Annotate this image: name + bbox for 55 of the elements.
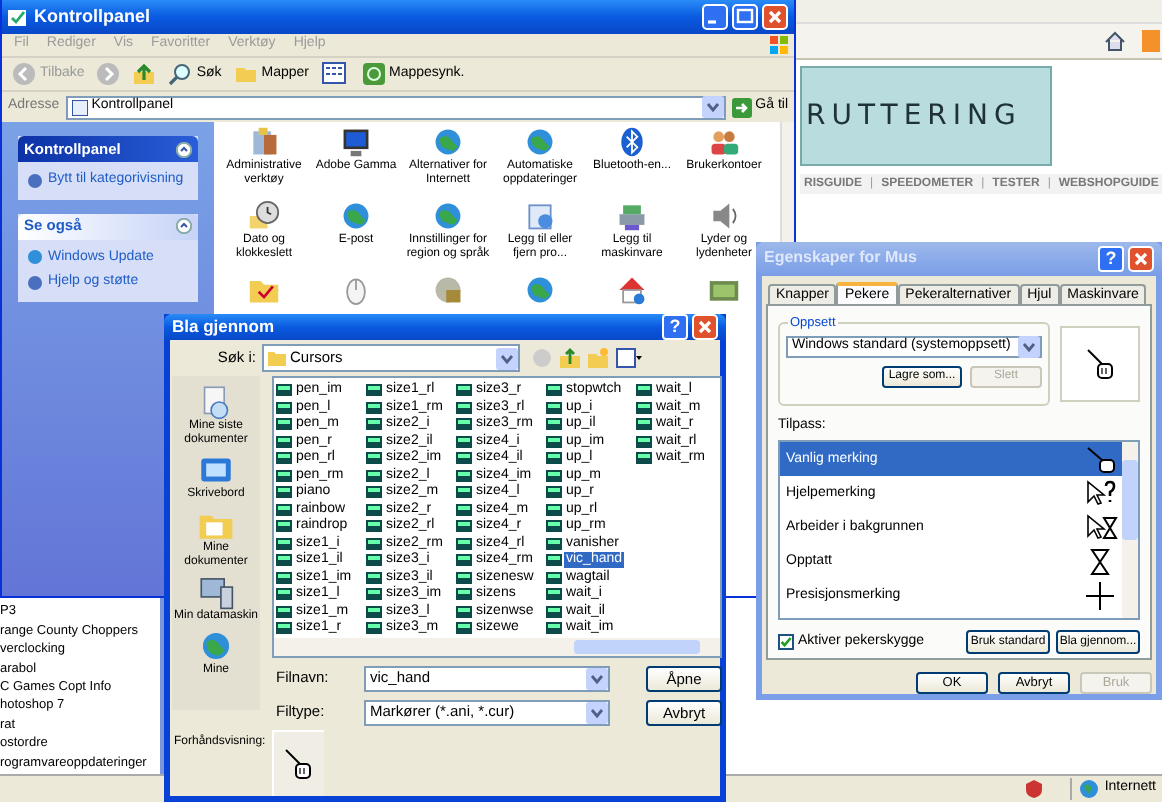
checkbox[interactable] xyxy=(778,634,794,651)
home-icon[interactable] xyxy=(1104,30,1126,52)
folder-up-icon[interactable] xyxy=(560,348,580,368)
users-icon xyxy=(708,126,740,158)
mouse-icon xyxy=(340,274,372,306)
maximize-button[interactable] xyxy=(732,4,758,30)
vertical-scrollbar[interactable] xyxy=(1122,442,1138,619)
monitor-icon xyxy=(340,126,372,158)
globe-icon xyxy=(432,126,464,158)
scrollbar-thumb[interactable] xyxy=(574,640,700,654)
clock-icon xyxy=(248,200,280,232)
folder-up-icon xyxy=(132,62,157,86)
help-cursor-icon xyxy=(1084,478,1118,509)
hand-cursor-icon xyxy=(284,748,313,780)
printer-icon xyxy=(616,200,648,232)
toolbar-button[interactable] xyxy=(132,62,157,86)
sync-icon xyxy=(361,62,385,86)
scrollbar-thumb[interactable] xyxy=(1122,460,1138,541)
globe-icon xyxy=(340,200,372,232)
help-button[interactable]: ? xyxy=(1098,245,1124,272)
crosshair-icon xyxy=(1084,580,1118,611)
close-button[interactable] xyxy=(692,314,718,340)
view-grid-icon xyxy=(321,62,349,86)
house-icon xyxy=(616,274,648,306)
banner-title: RUTTERING xyxy=(806,97,1022,135)
control-panel-icon xyxy=(71,99,88,115)
collapse-icon[interactable] xyxy=(176,141,192,157)
hand-cursor-icon xyxy=(1086,347,1114,380)
globe-icon xyxy=(432,200,464,232)
close-button[interactable] xyxy=(1128,245,1154,272)
arrow-hourglass-icon xyxy=(1084,512,1118,543)
box-icon xyxy=(524,200,556,232)
go-arrow-icon xyxy=(731,97,752,117)
toolbar-button[interactable] xyxy=(321,62,349,86)
horizontal-scrollbar[interactable] xyxy=(274,638,720,656)
window-title: Bla gjennom xyxy=(172,314,275,340)
tools-icon xyxy=(248,126,280,158)
task-link-icon xyxy=(28,173,42,188)
globe-icon xyxy=(524,126,556,158)
view-menu-icon[interactable] xyxy=(616,348,642,368)
collapse-icon[interactable] xyxy=(176,218,192,234)
close-button[interactable] xyxy=(762,4,788,30)
folder-icon xyxy=(268,350,286,366)
globe-icon xyxy=(524,274,556,306)
window-title: Kontrollpanel xyxy=(34,3,150,30)
globe-icon xyxy=(1080,780,1099,798)
windows-logo-icon xyxy=(770,36,788,54)
speaker-icon xyxy=(708,200,740,232)
minimize-button[interactable] xyxy=(702,4,728,30)
shield-icon xyxy=(1026,780,1043,798)
computer-icon xyxy=(196,574,236,610)
search-icon xyxy=(168,62,193,86)
help-button[interactable]: ? xyxy=(662,314,688,340)
window-title: Egenskaper for Mus xyxy=(764,246,917,271)
control-panel-icon xyxy=(8,7,28,27)
